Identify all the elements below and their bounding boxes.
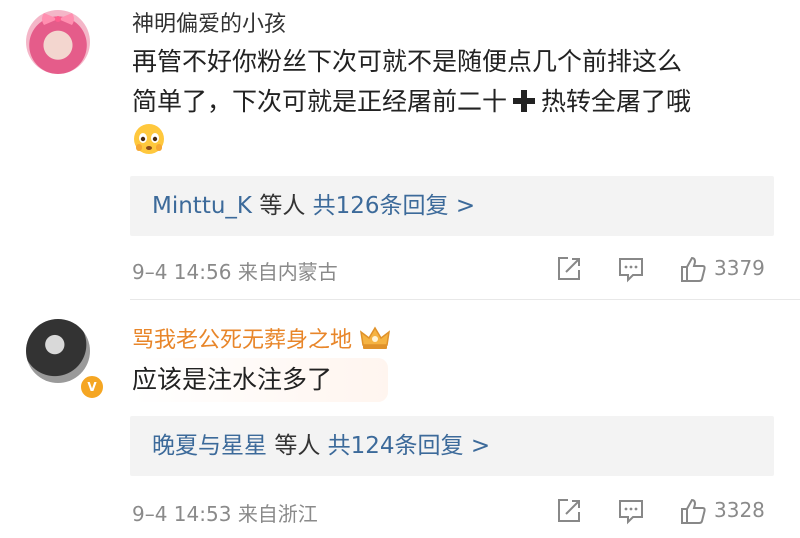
comment-text: 应该是注水注多了 <box>132 358 389 402</box>
comment-item: V 骂我老公死无葬身之地 应该是注水注多了 晚夏与星星 等人 共124条回复 >… <box>0 302 800 538</box>
username[interactable]: 神明偏爱的小孩 <box>132 6 286 38</box>
verified-badge-icon: V <box>79 374 105 400</box>
comment-meta: 9–4 14:56 来自内蒙古 <box>132 256 338 285</box>
reply-names: Minttu_K <box>152 193 253 219</box>
comment-icon[interactable] <box>616 496 646 526</box>
reply-count: 共126条回复 > <box>312 193 476 219</box>
like-icon[interactable] <box>678 254 708 284</box>
share-icon[interactable] <box>554 254 584 284</box>
plus-icon <box>513 90 536 112</box>
comment-actions: 3328 <box>554 496 774 526</box>
comment-text-line2a: 简单了，下次可就是正经屠前二十 <box>132 87 508 116</box>
bow-icon <box>42 13 74 25</box>
comment-text-line2b: 热转全屠了哦 <box>541 87 692 116</box>
avatar[interactable] <box>26 319 90 383</box>
username[interactable]: 骂我老公死无葬身之地 <box>132 328 352 353</box>
comment-icon[interactable] <box>616 254 646 284</box>
crown-icon <box>359 326 391 349</box>
reply-count: 共124条回复 > <box>327 433 491 459</box>
like-count: 3379 <box>714 256 765 280</box>
username-row: 骂我老公死无葬身之地 <box>132 322 392 354</box>
reply-suffix: 等人 <box>274 433 321 459</box>
comment-item: 神明偏爱的小孩 再管不好你粉丝下次可就不是随便点几个前排这么 简单了，下次可就是… <box>0 0 800 300</box>
comment-text: 再管不好你粉丝下次可就不是随便点几个前排这么 简单了，下次可就是正经屠前二十 热转… <box>132 42 772 162</box>
comment-source: 来自浙江 <box>237 502 318 526</box>
like-count: 3328 <box>714 498 765 522</box>
replies-link[interactable]: 晚夏与星星 等人 共124条回复 > <box>130 416 774 476</box>
like-icon[interactable] <box>678 496 708 526</box>
replies-link[interactable]: Minttu_K 等人 共126条回复 > <box>130 176 774 236</box>
comment-meta: 9–4 14:53 来自浙江 <box>132 498 318 527</box>
comment-time: 9–4 14:53 <box>132 502 232 526</box>
divider <box>130 299 800 300</box>
worried-face-emoji <box>134 124 164 154</box>
reply-suffix: 等人 <box>259 193 306 219</box>
reply-names: 晚夏与星星 <box>152 433 267 459</box>
avatar[interactable] <box>26 10 90 74</box>
share-icon[interactable] <box>554 496 584 526</box>
comment-source: 来自内蒙古 <box>237 260 338 284</box>
comment-actions: 3379 <box>554 254 774 284</box>
comment-time: 9–4 14:56 <box>132 260 232 284</box>
comment-text-line1: 再管不好你粉丝下次可就不是随便点几个前排这么 <box>132 47 683 76</box>
